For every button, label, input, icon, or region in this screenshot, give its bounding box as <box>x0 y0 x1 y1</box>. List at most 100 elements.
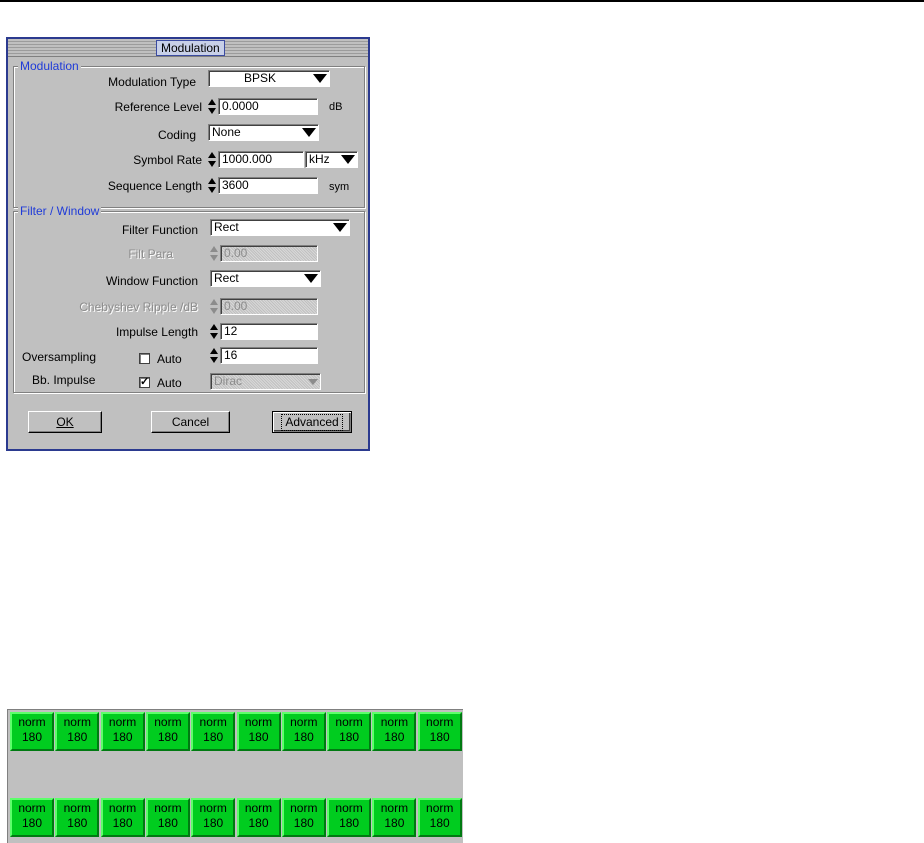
status-cell[interactable]: norm 180 <box>417 798 462 837</box>
status-cell[interactable]: norm 180 <box>55 798 100 837</box>
window-function-select[interactable]: Rect <box>210 270 321 287</box>
status-cell-mode: norm <box>18 715 46 729</box>
chevron-down-icon[interactable] <box>304 274 318 283</box>
reference-level-value: 0.0000 <box>222 99 259 113</box>
status-cell[interactable]: norm 180 <box>236 798 281 837</box>
status-cell-mode: norm <box>63 801 91 815</box>
oversampling-spinner-icon[interactable] <box>210 348 219 364</box>
chebyshev-spinner-icon <box>210 299 219 315</box>
status-cell-mode: norm <box>335 801 363 815</box>
oversampling-value: 16 <box>224 348 238 362</box>
status-cell-value: 180 <box>384 816 405 830</box>
status-cell-mode: norm <box>290 801 318 815</box>
status-cell-mode: norm <box>154 801 182 815</box>
coding-select[interactable]: None <box>208 124 319 141</box>
status-cell-value: 180 <box>203 730 224 744</box>
status-cell-value: 180 <box>67 730 88 744</box>
modulation-dialog: Modulation Modulation Modulation Type BP… <box>6 37 370 451</box>
status-cell[interactable]: norm 180 <box>55 712 100 751</box>
cancel-button[interactable]: Cancel <box>151 411 230 433</box>
sequence-length-spinner-icon[interactable] <box>208 178 217 194</box>
status-cell[interactable]: norm 180 <box>191 798 236 837</box>
coding-value: None <box>212 125 241 139</box>
modulation-group-title: Modulation <box>18 59 81 73</box>
status-cell-value: 180 <box>248 816 269 830</box>
top-rule <box>0 0 924 2</box>
title-bar[interactable]: Modulation <box>8 39 368 57</box>
status-cell-mode: norm <box>380 715 409 729</box>
oversampling-auto-label: Auto <box>157 352 182 366</box>
status-cell-mode: norm <box>199 801 227 815</box>
symbol-rate-input[interactable]: 1000.000 <box>218 151 304 168</box>
advanced-button[interactable]: Advanced <box>272 411 352 433</box>
impulse-length-spinner-icon[interactable] <box>210 324 219 340</box>
window-function-label: Window Function <box>105 274 198 288</box>
scroll-edge <box>364 269 365 389</box>
modulation-type-select[interactable]: BPSK <box>208 70 330 87</box>
filter-function-label: Filter Function <box>121 223 198 237</box>
chevron-down-icon[interactable] <box>302 128 316 137</box>
chevron-down-icon[interactable] <box>313 74 327 83</box>
status-cell[interactable]: norm 180 <box>372 798 417 837</box>
status-cell-value: 180 <box>157 730 178 744</box>
status-cell[interactable]: norm 180 <box>236 712 281 751</box>
advanced-button-label: Advanced <box>281 414 343 431</box>
status-cell[interactable]: norm 180 <box>281 798 326 837</box>
oversampling-auto-checkbox[interactable] <box>139 353 150 364</box>
cancel-button-label: Cancel <box>171 415 210 429</box>
chevron-down-icon[interactable] <box>341 155 355 164</box>
bb-impulse-auto-checkbox[interactable]: ✓ <box>139 377 150 388</box>
bb-impulse-auto-label: Auto <box>157 376 182 390</box>
impulse-length-label: Impulse Length <box>115 325 198 339</box>
status-cell[interactable]: norm 180 <box>191 712 236 751</box>
modulation-type-label: Modulation Type <box>108 75 196 89</box>
chevron-down-icon[interactable] <box>333 223 347 232</box>
filter-window-group-title: Filter / Window <box>18 204 102 218</box>
sequence-length-label: Sequence Length <box>107 179 202 193</box>
status-cell[interactable]: norm 180 <box>145 798 190 837</box>
reference-level-unit: dB <box>329 101 343 113</box>
status-cell-mode: norm <box>18 801 46 815</box>
sequence-length-input[interactable]: 3600 <box>218 177 318 194</box>
status-cell[interactable]: norm 180 <box>281 712 326 751</box>
oversampling-label: Oversampling <box>22 350 97 364</box>
filter-function-select[interactable]: Rect <box>210 219 350 236</box>
status-cell[interactable]: norm 180 <box>10 712 54 751</box>
reference-level-label: Reference Level <box>114 100 202 114</box>
status-cell[interactable]: norm 180 <box>100 798 145 837</box>
status-cell-value: 180 <box>203 816 224 830</box>
status-cell[interactable]: norm 180 <box>10 798 54 837</box>
status-cell-value: 180 <box>21 816 43 830</box>
status-cell-mode: norm <box>335 715 363 729</box>
status-cell-mode: norm <box>154 715 182 729</box>
status-cell-mode: norm <box>63 715 91 729</box>
oversampling-input[interactable]: 16 <box>220 347 318 364</box>
filt-para-value: 0.00 <box>224 246 248 260</box>
impulse-length-input[interactable]: 12 <box>220 323 318 340</box>
status-cell-value: 180 <box>429 816 450 830</box>
status-cell-value: 180 <box>112 730 133 744</box>
filter-function-value: Rect <box>214 220 239 234</box>
status-cell[interactable]: norm 180 <box>327 712 372 751</box>
status-cell[interactable]: norm 180 <box>417 712 462 751</box>
chebyshev-ripple-label: Chebyshev Ripple /dB <box>79 300 198 314</box>
status-cell[interactable]: norm 180 <box>372 712 417 751</box>
status-cell-value: 180 <box>21 730 43 744</box>
dialog-title: Modulation <box>156 40 225 56</box>
symbol-rate-unit-select[interactable]: kHz <box>305 151 358 168</box>
status-cell[interactable]: norm 180 <box>100 712 145 751</box>
status-cell[interactable]: norm 180 <box>327 798 372 837</box>
reference-level-spinner-icon[interactable] <box>208 99 217 115</box>
reference-level-input[interactable]: 0.0000 <box>218 98 318 115</box>
status-cell[interactable]: norm 180 <box>145 712 190 751</box>
status-panel: norm 180 norm 180 norm 180 norm 180 norm 180 norm 1… <box>7 709 463 843</box>
status-cell-mode: norm <box>380 801 409 815</box>
window-function-value: Rect <box>214 271 239 285</box>
filt-para-input: 0.00 <box>220 245 318 262</box>
status-cell-mode: norm <box>244 801 273 815</box>
ok-button[interactable]: OK <box>28 411 102 433</box>
bb-impulse-label: Bb. Impulse <box>32 373 96 387</box>
symbol-rate-value: 1000.000 <box>222 152 273 166</box>
status-cell-mode: norm <box>108 801 137 815</box>
symbol-rate-spinner-icon[interactable] <box>208 152 217 168</box>
